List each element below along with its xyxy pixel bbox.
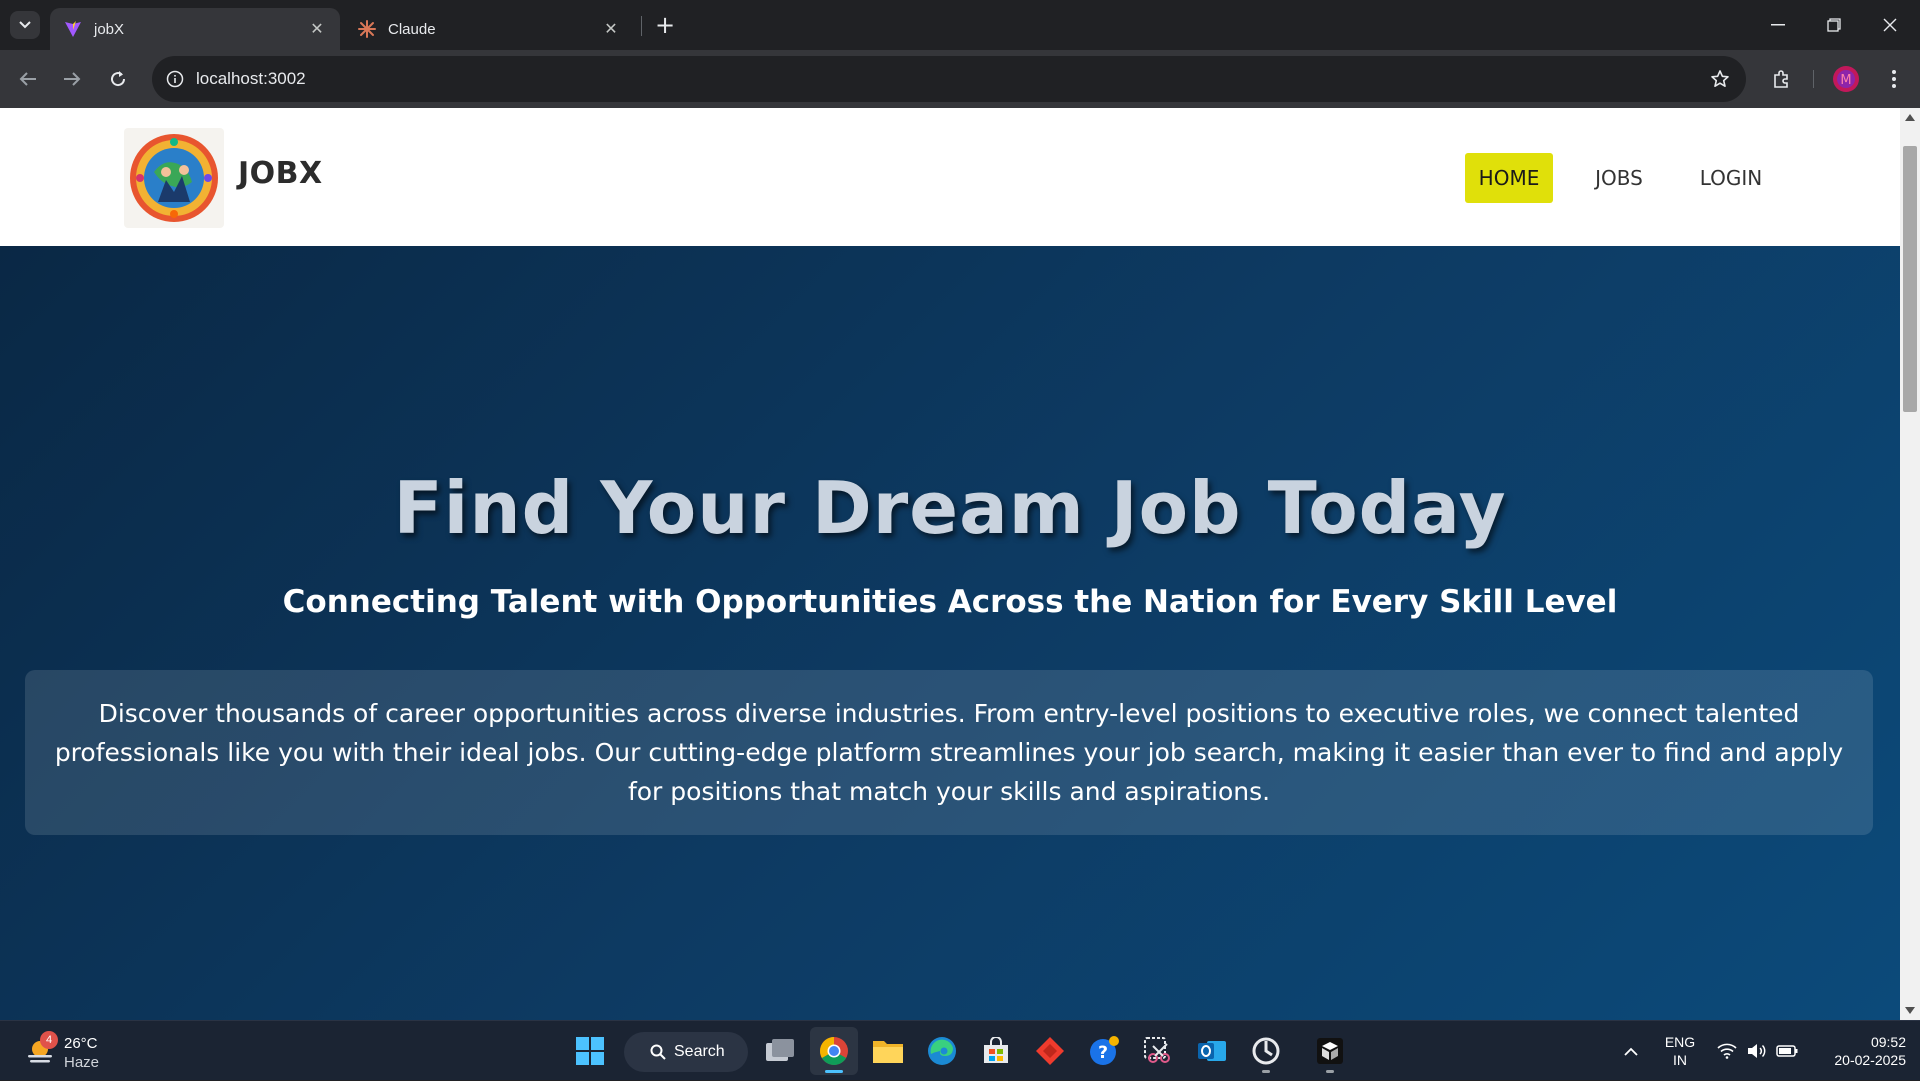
chevron-down-icon [19,21,31,29]
nav-jobs[interactable]: JOBS [1575,153,1663,203]
running-indicator [1262,1070,1270,1073]
search-label: Search [674,1043,725,1060]
running-indicator [1326,1070,1334,1073]
help-icon: ? [1090,1036,1119,1065]
hero-description-box: Discover thousands of career opportuniti… [25,670,1873,835]
brand-name[interactable]: JOBX [238,156,323,191]
weather-badge: 4 [40,1031,58,1049]
outlook-icon [1198,1041,1226,1061]
volume-icon[interactable] [1744,1021,1770,1081]
site-info-icon[interactable] [162,66,188,92]
language-indicator[interactable]: ENG IN [1658,1033,1702,1069]
extensions-icon[interactable] [1765,63,1797,95]
taskbar-get-help[interactable]: ? [1080,1027,1128,1075]
power-timer-icon [1252,1037,1280,1065]
tab-title: Claude [388,20,436,38]
task-view-icon [766,1039,794,1061]
taskbar-outlook[interactable] [1188,1027,1236,1075]
clock-date: 20-02-2025 [1834,1052,1906,1068]
profile-avatar[interactable]: M [1830,63,1862,95]
tab-separator [641,16,642,36]
arrow-left-icon [19,72,36,86]
show-hidden-icons-button[interactable] [1616,1021,1646,1081]
claude-icon [358,20,376,38]
reload-button[interactable] [102,63,134,95]
restore-icon [1827,18,1841,32]
folder-icon [873,1041,903,1063]
system-clock[interactable]: 09:52 20-02-2025 [1810,1033,1906,1069]
search-icon [650,1044,666,1060]
scrollbar-thumb[interactable] [1903,146,1917,412]
taskbar-search[interactable]: Search [624,1032,748,1072]
language-code: ENG [1664,1034,1696,1050]
nav-home[interactable]: HOME [1465,153,1553,203]
hero-subtitle: Connecting Talent with Opportunities Acr… [282,584,1618,620]
close-window-button[interactable] [1862,0,1918,50]
svg-text:?: ? [1098,1043,1108,1063]
taskbar-snipping-tool[interactable] [1134,1027,1182,1075]
chevron-up-icon [1624,1047,1638,1056]
taskbar-app-timer[interactable] [1242,1027,1290,1075]
svg-text:M: M [1840,73,1851,88]
tab-search-button[interactable] [10,11,40,39]
clock-time: 09:52 [1870,1034,1906,1050]
minimize-icon [1771,24,1785,26]
hero-section: Find Your Dream Job Today Connecting Tal… [0,246,1900,1020]
vite-icon [64,20,82,38]
windows-taskbar: 4 26°C Haze Search ? ENG IN 09:52 20-02-… [0,1020,1920,1080]
active-indicator [825,1070,843,1073]
site-logo[interactable] [124,128,224,228]
tab-claude[interactable]: Claude ✕ [344,8,634,50]
taskbar-edge[interactable] [918,1027,966,1075]
scroll-up-arrow-icon[interactable] [1905,114,1915,121]
start-button[interactable] [566,1027,614,1075]
windows-logo-icon [576,1037,604,1065]
task-view-button[interactable] [756,1027,804,1075]
browser-toolbar: localhost:3002 M [0,50,1920,108]
cube-app-icon [1317,1038,1343,1064]
page-viewport: JOBX HOME JOBS LOGIN Find Your Dream Job… [0,108,1900,1020]
browser-tab-bar: jobX ✕ Claude ✕ + [0,0,1920,50]
close-icon [1883,18,1897,32]
edge-icon [928,1037,956,1065]
scroll-down-arrow-icon[interactable] [1905,1007,1915,1014]
store-icon [984,1037,1008,1063]
restore-button[interactable] [1806,0,1862,50]
close-icon[interactable]: ✕ [598,16,624,42]
address-bar[interactable]: localhost:3002 [152,56,1746,102]
taskbar-anydesk[interactable] [1026,1027,1074,1075]
kebab-menu-icon[interactable] [1878,63,1910,95]
weather-temp: 26°C [64,1035,98,1052]
logo-globe-icon [130,134,218,222]
tab-title: jobX [94,20,125,38]
weather-widget[interactable]: 4 26°C Haze [20,1029,130,1073]
url-text[interactable]: localhost:3002 [196,69,306,89]
page-scrollbar[interactable] [1900,108,1920,1020]
arrow-right-icon [64,72,81,86]
toolbar-divider [1813,70,1814,88]
tab-jobx[interactable]: jobX ✕ [50,8,340,50]
close-icon[interactable]: ✕ [304,16,330,42]
back-button[interactable] [12,63,44,95]
wifi-icon[interactable] [1714,1021,1740,1081]
diamond-app-icon [1036,1037,1064,1065]
snipping-tool-icon [1144,1037,1170,1063]
taskbar-chrome[interactable] [810,1027,858,1075]
new-tab-button[interactable]: + [650,10,680,40]
minimize-button[interactable] [1750,0,1806,50]
taskbar-store[interactable] [972,1027,1020,1075]
hero-title: Find Your Dream Job Today [393,466,1507,550]
weather-condition: Haze [64,1054,100,1071]
taskbar-cube-app[interactable] [1306,1027,1354,1075]
chrome-icon [820,1037,848,1065]
reload-icon [111,71,126,87]
forward-button[interactable] [56,63,88,95]
site-header: JOBX HOME JOBS LOGIN [0,108,1900,246]
hero-description: Discover thousands of career opportuniti… [54,699,1844,806]
battery-icon[interactable] [1774,1021,1800,1081]
language-region: IN [1673,1052,1687,1068]
taskbar-file-explorer[interactable] [864,1027,912,1075]
bookmark-star-icon[interactable] [1708,67,1732,91]
nav-login[interactable]: LOGIN [1681,153,1781,203]
